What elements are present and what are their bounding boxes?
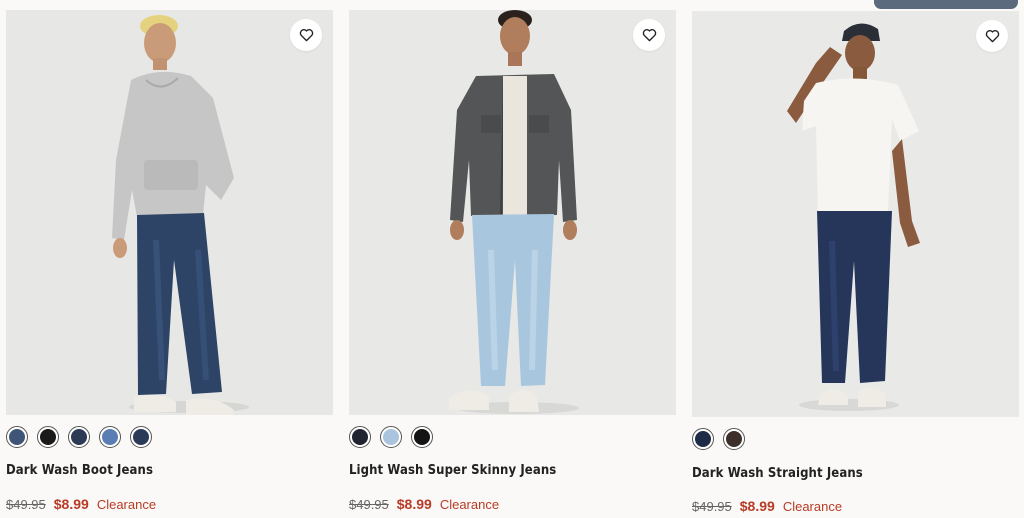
swatch-color xyxy=(102,429,118,445)
swatch-color xyxy=(71,429,87,445)
wishlist-button[interactable] xyxy=(976,20,1008,52)
original-price: $49.95 xyxy=(692,499,732,514)
color-swatch[interactable] xyxy=(130,426,152,448)
heart-outline-icon xyxy=(985,30,999,43)
product-name[interactable]: Dark Wash Boot Jeans xyxy=(6,463,153,478)
price-row: $49.95 $8.99 Clearance xyxy=(349,496,499,512)
swatch-color xyxy=(695,431,711,447)
sale-price: $8.99 xyxy=(739,498,775,514)
swatch-color xyxy=(133,429,149,445)
product-image[interactable] xyxy=(6,10,333,415)
color-swatch[interactable] xyxy=(68,426,90,448)
swatch-color xyxy=(352,429,368,445)
color-swatch[interactable] xyxy=(6,426,28,448)
color-swatch[interactable] xyxy=(37,426,59,448)
color-swatches xyxy=(692,428,745,450)
model-photo-illustration xyxy=(692,11,1019,417)
product-card: Dark Wash Boot Jeans $49.95 $8.99 Cleara… xyxy=(6,0,333,518)
swatch-color xyxy=(383,429,399,445)
swatch-color xyxy=(414,429,430,445)
product-image[interactable] xyxy=(349,10,676,415)
model-photo-illustration xyxy=(6,10,333,415)
clearance-badge: Clearance xyxy=(782,499,843,514)
swatch-color xyxy=(40,429,56,445)
product-name[interactable]: Light Wash Super Skinny Jeans xyxy=(349,463,556,478)
original-price: $49.95 xyxy=(349,497,389,512)
clearance-badge: Clearance xyxy=(439,497,500,512)
color-swatch[interactable] xyxy=(380,426,402,448)
heart-outline-icon xyxy=(299,29,313,42)
product-name[interactable]: Dark Wash Straight Jeans xyxy=(692,466,863,481)
swatch-color xyxy=(726,431,742,447)
product-card: Dark Wash Straight Jeans $49.95 $8.99 Cl… xyxy=(692,0,1019,518)
sale-price: $8.99 xyxy=(396,496,432,512)
sale-price: $8.99 xyxy=(53,496,89,512)
color-swatch[interactable] xyxy=(99,426,121,448)
product-card: Light Wash Super Skinny Jeans $49.95 $8.… xyxy=(349,0,676,518)
color-swatch[interactable] xyxy=(723,428,745,450)
heart-outline-icon xyxy=(642,29,656,42)
color-swatch[interactable] xyxy=(411,426,433,448)
wishlist-button[interactable] xyxy=(290,19,322,51)
color-swatch[interactable] xyxy=(692,428,714,450)
color-swatch[interactable] xyxy=(349,426,371,448)
original-price: $49.95 xyxy=(6,497,46,512)
swatch-color xyxy=(9,429,25,445)
price-row: $49.95 $8.99 Clearance xyxy=(6,496,156,512)
color-swatches xyxy=(349,426,433,448)
color-swatches xyxy=(6,426,152,448)
price-row: $49.95 $8.99 Clearance xyxy=(692,498,842,514)
clearance-badge: Clearance xyxy=(96,497,157,512)
wishlist-button[interactable] xyxy=(633,19,665,51)
model-photo-illustration xyxy=(349,10,676,415)
product-image[interactable] xyxy=(692,11,1019,417)
